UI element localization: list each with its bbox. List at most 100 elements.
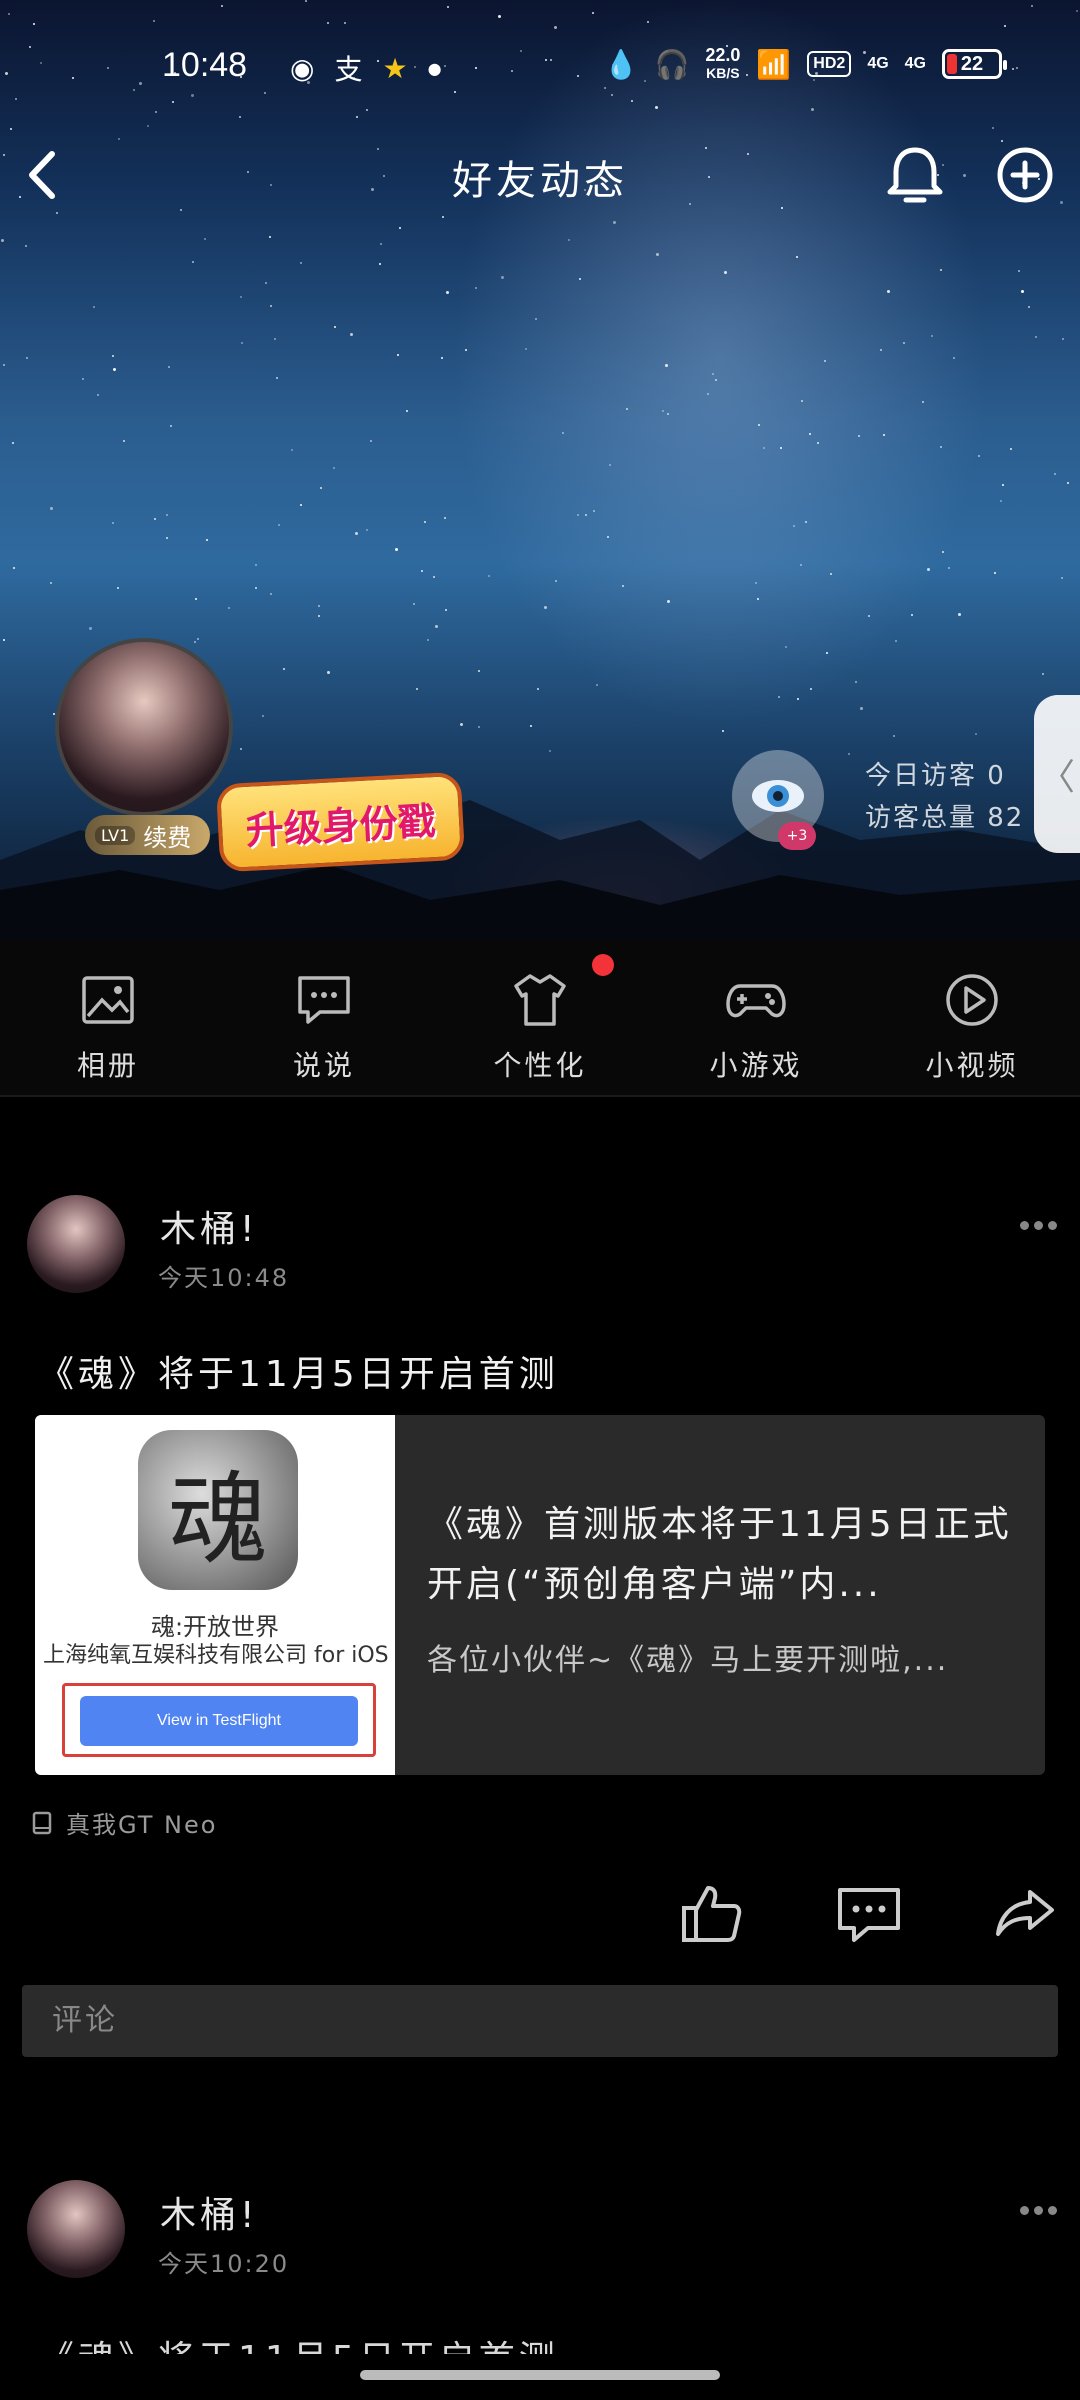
visitor-badge: +3 [778,822,816,850]
star-dot [530,725,532,727]
feature-album-label: 相册 [76,1049,139,1082]
more-button[interactable] [1020,2200,1060,2220]
bell-icon [887,147,943,203]
feature-shuoshuo-label: 说说 [292,1049,355,1082]
star-dot [12,442,14,444]
star-dot [397,354,399,356]
upgrade-badge-banner[interactable]: 升级身份戳 [215,771,466,873]
star-dot [478,726,480,728]
star-dot [112,522,114,524]
star-dot [300,504,302,506]
star-dot [255,587,257,589]
star-dot [931,335,933,337]
star-dot [93,306,95,308]
share-button[interactable] [990,1878,1060,1948]
post-author[interactable]: 木桶! [160,2186,258,2238]
vip-level: LV1 [95,825,136,845]
star-dot [53,713,55,715]
star-dot [50,582,52,584]
star-dot [241,342,243,344]
star-dot [50,507,53,510]
star-dot [809,433,811,435]
feature-personalize[interactable]: 个性化 [432,940,648,1095]
like-button[interactable] [678,1878,748,1948]
star-dot [240,748,242,750]
star-dot [568,239,570,241]
star-dot [712,373,714,375]
profile-avatar[interactable] [55,638,233,816]
star-dot [366,109,368,111]
star-dot [880,349,882,351]
shared-link-card[interactable]: 魂 魂:开放世界 上海纯氧互娱科技有限公司 for iOS View in Te… [35,1415,1045,1775]
star-dot [895,640,897,642]
star-dot [1062,338,1064,340]
comment-input[interactable]: 评论 [22,1985,1058,2057]
star-dot [445,609,447,611]
headphones-icon: 🎧 [654,48,690,80]
star-dot [592,12,594,14]
post-avatar[interactable] [27,1195,125,1293]
home-indicator[interactable] [360,2370,720,2380]
star-dot [447,6,449,8]
star-icon: ★ [382,51,408,85]
comment-button[interactable] [834,1878,904,1948]
post-avatar[interactable] [27,2180,125,2278]
star-dot [824,360,826,362]
feature-minigame[interactable]: 小游戏 [648,940,864,1095]
star-dot [525,348,527,350]
star-dot [596,684,598,686]
star-dot [265,282,267,284]
notification-button[interactable] [880,140,950,210]
star-dot [562,432,564,434]
app-company: 上海纯氧互娱科技有限公司 for iOS [43,1643,389,1668]
star-dot [911,614,913,616]
add-post-button[interactable] [990,140,1060,210]
share-icon [996,1890,1054,1936]
star-dot [537,688,539,690]
star-dot [274,338,276,340]
device-name: 真我GT Neo [66,1811,218,1839]
more-dot [1034,2205,1043,2215]
star-dot [166,537,168,539]
vip-renew-tag[interactable]: LV1 续费 [85,815,210,855]
star-dot [168,366,170,368]
star-dot [424,521,426,523]
star-dot [722,730,724,732]
star-dot [978,455,980,457]
photo-album-icon [82,976,134,1024]
net-speed-unit: KB/S [706,65,740,81]
feature-video[interactable]: 小视频 [864,940,1080,1095]
chevron-left-icon: 〈 [1038,757,1075,798]
star-dot [262,715,264,717]
star-dot [554,26,557,29]
post-author[interactable]: 木桶! [160,1200,258,1252]
post-time: 今天10:20 [158,2250,290,2278]
star-dot [433,576,435,578]
star-dot [355,532,358,535]
side-drawer-handle[interactable]: 〈 [1034,695,1080,853]
star-dot [860,707,863,710]
feature-album[interactable]: 相册 [0,940,216,1095]
feature-shuoshuo[interactable]: 说说 [216,940,432,1095]
visitor-stats[interactable]: 今日访客 0 访客总量 82 [865,755,1024,839]
star-dot [416,688,418,690]
star-dot [758,424,760,426]
more-dot [1020,2205,1029,2215]
star-dot [1004,25,1006,27]
testflight-highlight: View in TestFlight [62,1683,376,1757]
star-dot [89,627,92,630]
star-dot [535,318,537,320]
star-dot [350,333,353,336]
star-dot [26,357,28,359]
star-dot [435,625,438,628]
more-button[interactable] [1020,1215,1060,1235]
star-dot [780,447,782,449]
star-dot [577,514,579,516]
dot-icon: ● [427,58,442,78]
status-bar: 10:48 ◉ 支 ★ ● 💧 🎧 22.0 KB/S 📶 HD2 4G 4G … [0,40,1080,100]
star-dot [344,22,346,24]
card-description: 各位小伙伴~《魂》马上要开测啦,... [427,1643,949,1678]
app-notification-icon: ◉ [290,51,315,85]
star-dot [327,22,329,24]
star-dot [204,238,206,240]
